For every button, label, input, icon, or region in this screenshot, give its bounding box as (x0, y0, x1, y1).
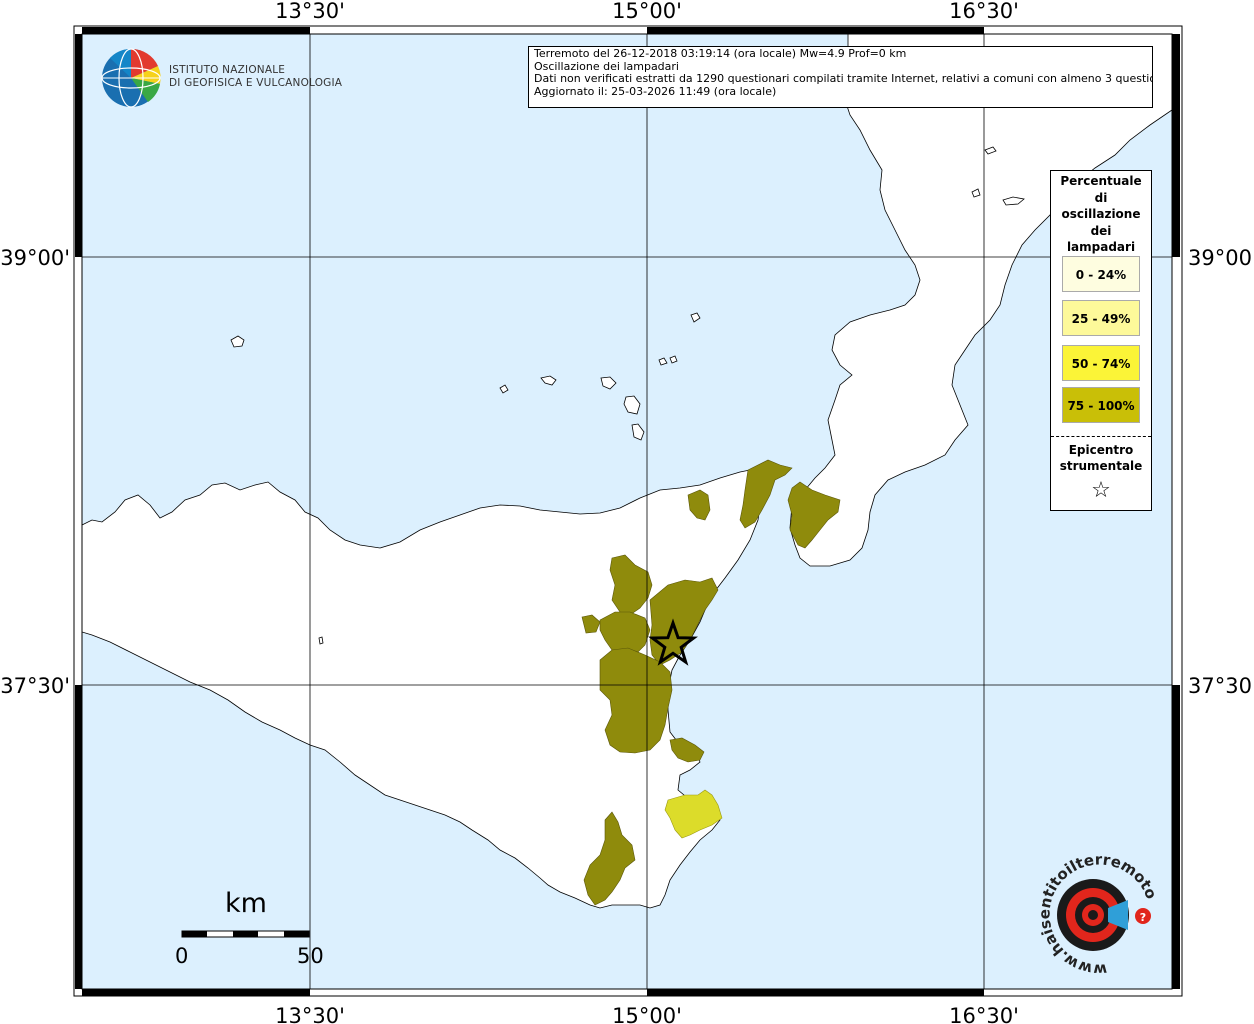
ingv-logo-icon (101, 48, 161, 108)
legend-epicenter-line: Epicentro (1068, 443, 1134, 457)
scale-min-label: 0 (175, 944, 189, 968)
legend-separator (1051, 436, 1151, 437)
legend-class-75-100: 75 - 100% (1062, 387, 1140, 423)
legend-title: Percentuale di oscillazione dei lampadar… (1051, 173, 1151, 256)
legend-title-line: Percentuale (1060, 174, 1142, 188)
lon-labels-top: 13°30' 15°00' 16°30' (275, 0, 1019, 23)
legend-class-25-49: 25 - 49% (1062, 300, 1140, 336)
lat-label: 39°00' (0, 246, 70, 270)
legend-epicenter-line: strumentale (1059, 459, 1143, 473)
lat-labels-left: 39°00' 37°30' (0, 246, 70, 698)
ingv-name: ISTITUTO NAZIONALE DI GEOFISICA E VULCAN… (169, 64, 342, 90)
lon-label: 15°00' (612, 1004, 682, 1024)
legend-title-line: oscillazione (1061, 207, 1141, 221)
event-info-box: Terremoto del 26-12-2018 03:19:14 (ora l… (528, 46, 1153, 108)
legend-class-0-24: 0 - 24% (1062, 256, 1140, 292)
lon-label: 15°00' (612, 0, 682, 23)
lat-labels-right: 39°00' 37°30' (1188, 246, 1254, 698)
lat-label: 37°30' (0, 674, 70, 698)
event-info-line3: Dati non verificati estratti da 1290 que… (534, 72, 1153, 85)
svg-text:?: ? (1140, 911, 1146, 924)
legend-title-line: dei (1090, 223, 1112, 238)
legend-title-line: lampadari (1066, 240, 1136, 254)
legend-title-line: di (1094, 190, 1108, 205)
ingv-name-line1: ISTITUTO NAZIONALE (169, 64, 286, 76)
scale-bar (181, 930, 310, 938)
lat-label: 39°00' (1188, 246, 1254, 270)
legend-star-icon: ☆ (1091, 478, 1111, 503)
lon-labels-bottom: 13°30' 15°00' 16°30' (275, 1004, 1019, 1024)
ingv-name-line2: DI GEOFISICA E VULCANOLOGIA (169, 77, 343, 89)
legend-class-50-74: 50 - 74% (1062, 345, 1140, 381)
lon-label: 16°30' (949, 0, 1019, 23)
event-info-line4: Aggiornato il: 25-03-2026 11:49 (ora loc… (534, 84, 777, 98)
lon-label: 13°30' (275, 1004, 345, 1024)
map: 13°30' 15°00' 16°30' 13°30' 15°00' 16°30… (0, 0, 1254, 1024)
legend-epicenter-label: Epicentro strumentale (1051, 442, 1151, 474)
lat-label: 37°30' (1188, 674, 1254, 698)
scale-unit-label: km (225, 888, 267, 919)
legend: Percentuale di oscillazione dei lampadar… (1050, 170, 1152, 511)
lon-label: 16°30' (949, 1004, 1019, 1024)
event-info-line1: Terremoto del 26-12-2018 03:19:14 (ora l… (534, 47, 907, 60)
scale-max-label: 50 (297, 944, 324, 968)
lon-label: 13°30' (275, 0, 345, 23)
